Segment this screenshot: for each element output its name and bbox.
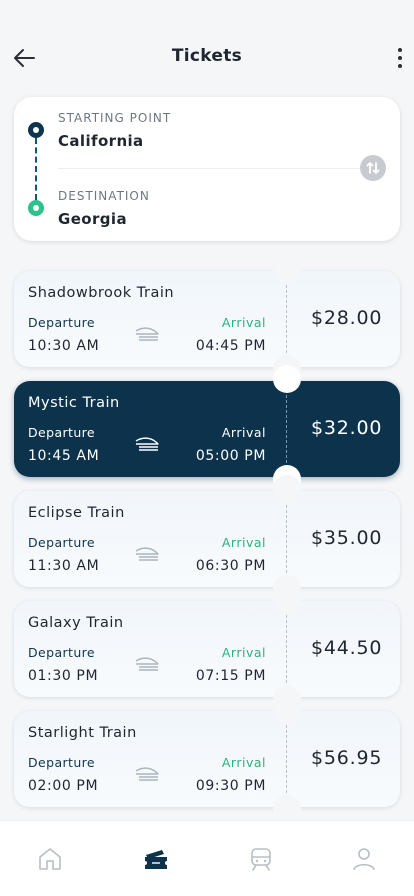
starting-point-label: STARTING POINT [58,111,172,125]
ticket-perforation [286,395,287,463]
ticket-perforation [286,285,287,353]
destination-point-icon [28,200,44,216]
departure-time: 11:30 AM [28,558,100,574]
departure-time: 01:30 PM [28,668,99,684]
train-icon [135,327,159,341]
departure-label: Departure [28,535,96,550]
nav-trains[interactable] [247,845,275,873]
train-icon [135,437,159,451]
train-name: Starlight Train [28,725,137,741]
train-icon [135,767,159,781]
route-line [35,138,37,200]
ticket-icon [145,850,167,869]
arrival-time: 09:30 PM [195,778,266,794]
departure-time: 02:00 PM [28,778,99,794]
train-icon [135,657,159,671]
route-divider [58,168,360,169]
departure-label: Departure [28,645,96,660]
route-card: STARTING POINT California DESTINATION Ge… [14,97,400,241]
arrival-time: 05:00 PM [195,448,266,464]
starting-point-value[interactable]: California [58,132,144,150]
ticket-price: $32.00 [311,417,383,439]
departure-label: Departure [28,315,96,330]
more-vertical-icon [398,48,402,52]
ticket-perforation [286,505,287,573]
bottom-nav [0,820,414,896]
header: Tickets [0,0,414,100]
train-name: Shadowbrook Train [28,285,175,301]
departure-time: 10:30 AM [28,338,100,354]
ticket-card[interactable]: Starlight Train Departure 02:00 PM Arriv… [14,695,400,823]
home-icon [39,848,61,870]
ticket-perforation [286,615,287,683]
nav-home[interactable] [36,845,64,873]
train-name: Eclipse Train [28,505,125,521]
ticket-price: $56.95 [311,747,383,769]
train-icon [251,848,271,871]
nav-tickets[interactable] [142,845,170,873]
departure-label: Departure [28,755,96,770]
arrival-label: Arrival [221,755,266,770]
arrival-time: 06:30 PM [195,558,266,574]
arrival-time: 07:15 PM [195,668,266,684]
page-title: Tickets [171,46,243,66]
ticket-card-selected[interactable]: Mystic Train Departure 10:45 AM Arrival … [14,365,400,493]
swap-vertical-icon [366,162,380,174]
arrival-label: Arrival [221,425,266,440]
swap-button[interactable] [360,155,386,181]
arrival-label: Arrival [221,315,266,330]
arrival-time: 04:45 PM [195,338,266,354]
ticket-card[interactable]: Eclipse Train Departure 11:30 AM Arrival… [14,475,400,603]
destination-label: DESTINATION [58,189,150,203]
ticket-price: $28.00 [311,307,383,329]
train-icon [135,547,159,561]
more-options-button[interactable] [392,44,408,72]
departure-time: 10:45 AM [28,448,100,464]
departure-label: Departure [28,425,96,440]
ticket-card[interactable]: Galaxy Train Departure 01:30 PM Arrival … [14,585,400,713]
arrival-label: Arrival [221,535,266,550]
ticket-price: $35.00 [311,527,383,549]
destination-value[interactable]: Georgia [58,210,127,228]
nav-profile[interactable] [350,845,378,873]
train-name: Galaxy Train [28,615,124,631]
ticket-perforation [286,725,287,793]
profile-icon [353,848,375,871]
ticket-card[interactable]: Shadowbrook Train Departure 10:30 AM Arr… [14,255,400,383]
train-name: Mystic Train [28,395,120,411]
ticket-price: $44.50 [311,637,383,659]
arrival-label: Arrival [221,645,266,660]
start-point-icon [28,122,44,138]
